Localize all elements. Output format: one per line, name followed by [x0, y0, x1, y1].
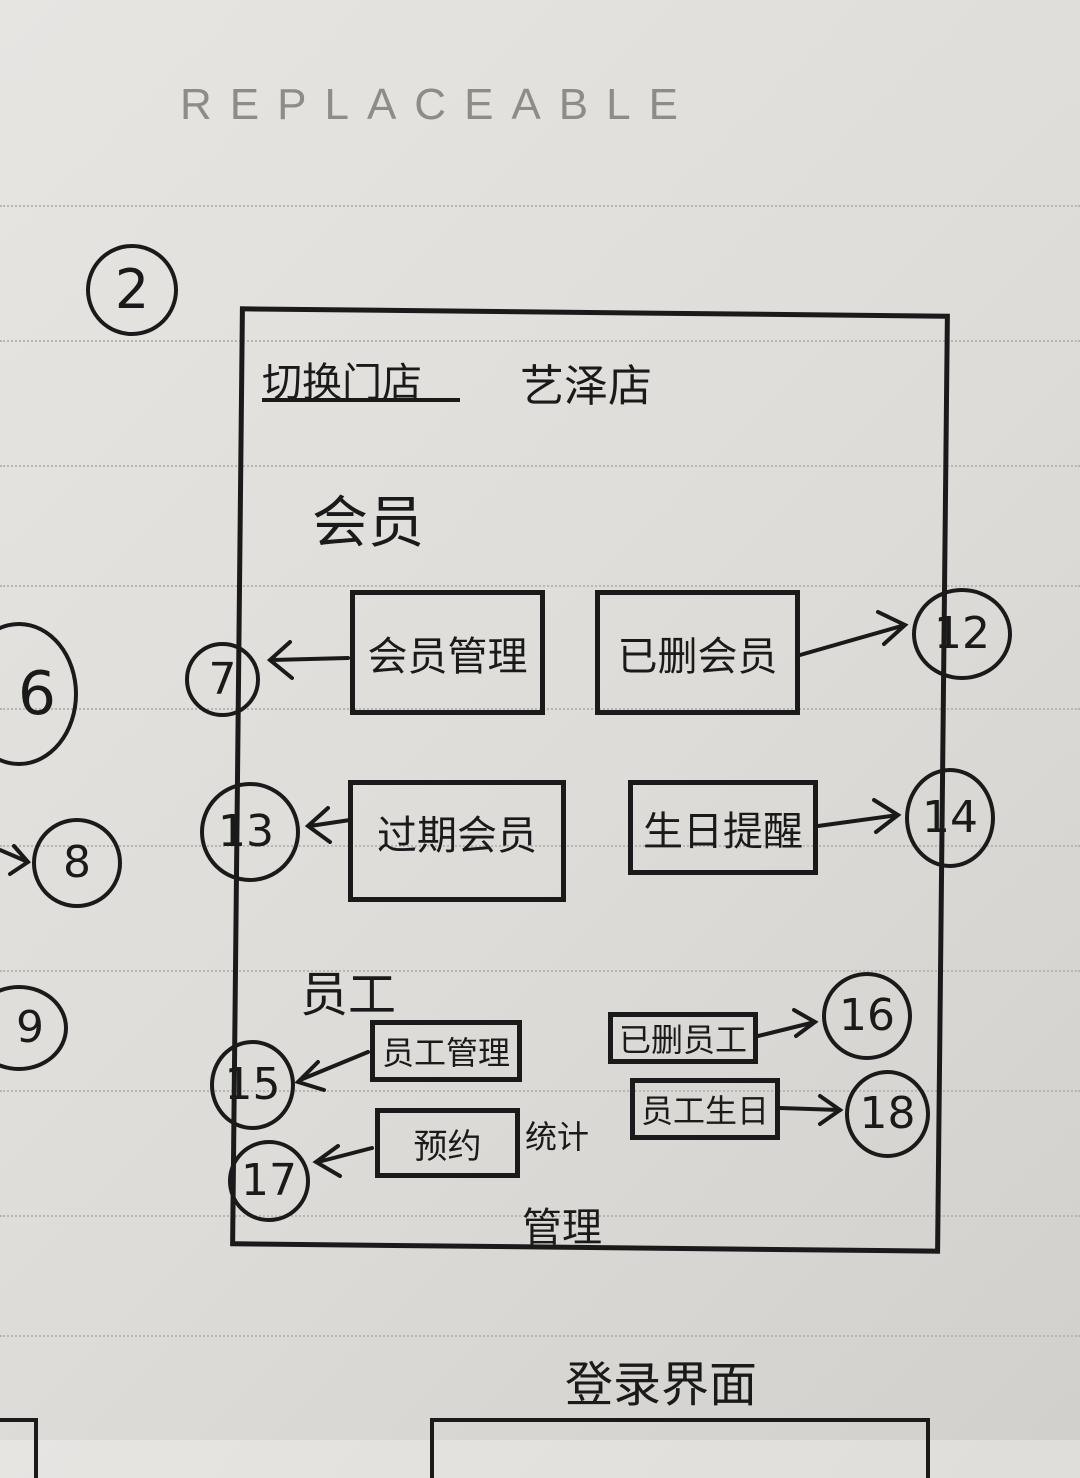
- page-marker: 2: [86, 244, 178, 336]
- link-target-6: 6: [0, 622, 78, 766]
- adjacent-frame-edge: [0, 1418, 38, 1478]
- deleted-members-button[interactable]: 已删会员: [595, 590, 800, 715]
- link-target-15: 15: [210, 1040, 295, 1130]
- expired-members-button[interactable]: 过期会员: [348, 780, 566, 902]
- notebook-rule: [0, 1335, 1080, 1337]
- staff-section-title: 员工: [300, 967, 397, 1023]
- login-screen-title: 登录界面: [565, 1357, 758, 1413]
- staff-birthday-button[interactable]: 员工生日: [630, 1078, 780, 1140]
- link-target-17: 17: [228, 1140, 310, 1222]
- link-target-13: 13: [200, 782, 300, 882]
- stats-label: 统计: [525, 1118, 590, 1156]
- link-target-18: 18: [845, 1070, 930, 1158]
- staff-management-button[interactable]: 员工管理: [370, 1020, 522, 1082]
- notebook-header: REPLACEABLE: [180, 80, 696, 129]
- arrow-to-8: [0, 844, 32, 876]
- switch-store-underline: [262, 398, 460, 402]
- screen-frame: [230, 306, 950, 1254]
- link-target-8: 8: [32, 818, 122, 908]
- login-screen-frame: [430, 1418, 930, 1478]
- link-target-9: 9: [0, 985, 68, 1071]
- member-management-button[interactable]: 会员管理: [350, 590, 545, 715]
- store-name: 艺泽店: [520, 361, 652, 412]
- notebook-rule: [0, 205, 1080, 207]
- birthday-reminder-button[interactable]: 生日提醒: [628, 780, 818, 875]
- member-section-title: 会员: [312, 491, 424, 556]
- appointment-button[interactable]: 预约: [375, 1108, 520, 1178]
- link-target-7: 7: [185, 642, 260, 717]
- deleted-staff-button[interactable]: 已删员工: [608, 1012, 758, 1064]
- link-target-16: 16: [822, 972, 912, 1060]
- management-label: 管理: [522, 1205, 602, 1251]
- link-target-12: 12: [912, 588, 1012, 680]
- link-target-14: 14: [905, 768, 995, 868]
